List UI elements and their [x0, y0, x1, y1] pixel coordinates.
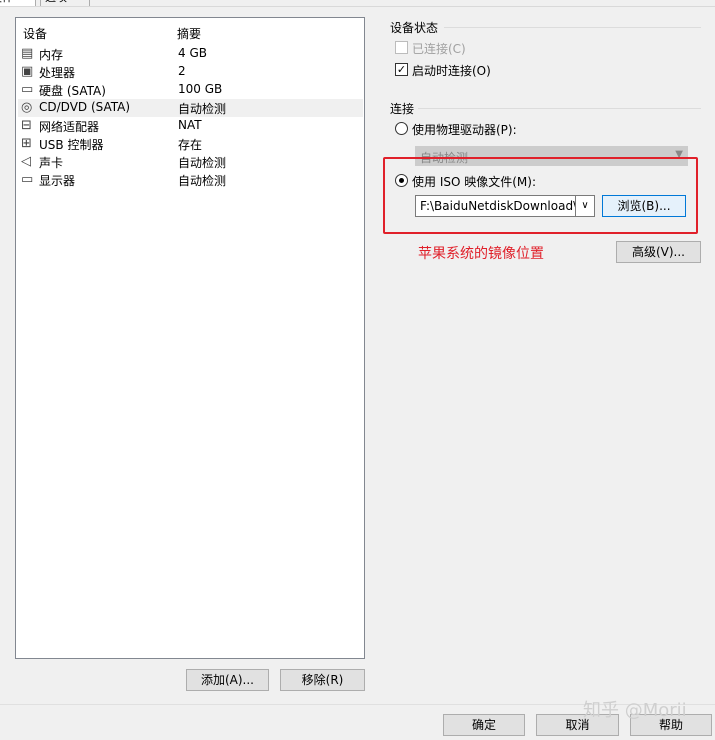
device-name: 处理器: [39, 66, 76, 80]
device-list-header: 设备 摘要: [16, 18, 364, 44]
device-name: 显示器: [39, 174, 76, 188]
device-summary: NAT: [178, 118, 202, 132]
ok-button[interactable]: 确定: [443, 714, 525, 736]
connection-title: 连接: [390, 102, 415, 116]
remove-button[interactable]: 移除(R): [280, 669, 365, 691]
device-summary: 存在: [178, 138, 203, 152]
connect-on-start-checkbox[interactable]: ✓: [395, 63, 408, 76]
device-row[interactable]: ⊞ USB 控制器 存在: [18, 135, 363, 153]
device-name: 内存: [39, 48, 64, 62]
device-row[interactable]: ◁ 声卡 自动检测: [18, 153, 363, 171]
usb-icon: ⊞: [21, 136, 32, 151]
device-row[interactable]: ▭ 显示器 自动检测: [18, 171, 363, 189]
highlight-box: [383, 157, 698, 234]
processor-icon: ▣: [21, 64, 34, 79]
device-row[interactable]: ▣ 处理器 2: [18, 63, 363, 81]
watermark: 知乎 @Morii: [583, 700, 687, 721]
device-name: 网络适配器: [39, 120, 100, 134]
device-summary: 自动检测: [178, 102, 227, 116]
device-row[interactable]: ⊟ 网络适配器 NAT: [18, 117, 363, 135]
tab-divider: [0, 6, 715, 7]
network-icon: ⊟: [21, 118, 32, 133]
device-name: USB 控制器: [39, 138, 104, 152]
device-status-title: 设备状态: [390, 21, 439, 35]
annotation-text: 苹果系统的镜像位置: [418, 246, 544, 262]
cd-icon: ◎: [21, 100, 33, 115]
memory-icon: ▤: [21, 46, 34, 61]
device-summary: 自动检测: [178, 156, 227, 170]
column-device[interactable]: 设备: [23, 25, 47, 42]
speaker-icon: ◁: [21, 154, 31, 169]
group-divider: [418, 108, 701, 109]
device-list[interactable]: 设备 摘要 ▤ 内存 4 GB ▣ 处理器 2 ▭ 硬盘 (SATA) 100 GB ◎ CD/DV…: [15, 17, 365, 659]
harddisk-icon: ▭: [21, 82, 34, 97]
device-summary: 2: [178, 64, 186, 78]
device-row[interactable]: ▤ 内存 4 GB: [18, 45, 363, 63]
device-summary: 100 GB: [178, 82, 223, 96]
device-row[interactable]: ▭ 硬盘 (SATA) 100 GB: [18, 81, 363, 99]
connect-on-start-label: 启动时连接(O): [412, 64, 491, 78]
physical-drive-label: 使用物理驱动器(P):: [412, 123, 517, 137]
monitor-icon: ▭: [21, 172, 34, 187]
advanced-button[interactable]: 高级(V)...: [616, 241, 701, 263]
checkmark-icon: ✓: [396, 63, 407, 76]
device-name: 声卡: [39, 156, 64, 170]
add-button[interactable]: 添加(A)...: [186, 669, 269, 691]
device-summary: 4 GB: [178, 46, 207, 60]
column-summary[interactable]: 摘要: [177, 25, 201, 42]
device-name: 硬盘 (SATA): [39, 84, 106, 98]
connected-checkbox[interactable]: [395, 41, 408, 54]
connected-label: 已连接(C): [412, 42, 466, 56]
group-divider: [444, 27, 701, 28]
device-summary: 自动检测: [178, 174, 227, 188]
physical-drive-radio[interactable]: [395, 122, 408, 135]
device-name: CD/DVD (SATA): [39, 100, 131, 114]
device-row[interactable]: ◎ CD/DVD (SATA) 自动检测: [18, 99, 363, 117]
